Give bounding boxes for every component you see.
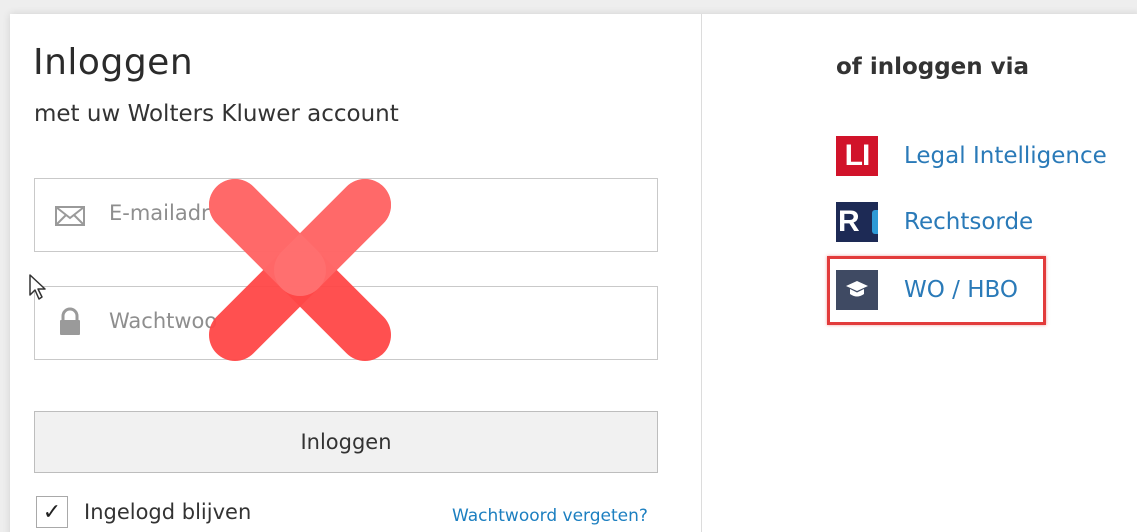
envelope-icon (55, 206, 85, 226)
remember-checkbox[interactable]: ✓ (36, 496, 68, 528)
mouse-cursor-icon (29, 274, 46, 300)
panel-divider (701, 14, 702, 532)
provider-rechtsorde[interactable]: R Rechtsorde (836, 202, 1033, 242)
highlight-box (827, 256, 1046, 325)
remember-label: Ingelogd blijven (84, 500, 252, 524)
login-button[interactable]: Inloggen (34, 411, 658, 473)
legal-intelligence-logo: LI (836, 136, 878, 176)
alt-login-title: of inloggen via (836, 54, 1030, 80)
rechtsorde-logo: R (836, 202, 878, 242)
rechtsorde-logo-text: R (838, 205, 860, 238)
rechtsorde-logo-accent (872, 210, 878, 234)
email-placeholder: E-mailadr (109, 201, 210, 225)
lock-icon (60, 307, 80, 335)
provider-label: Rechtsorde (904, 209, 1034, 235)
page-title: Inloggen (33, 42, 194, 83)
remember-me[interactable]: ✓ Ingelogd blijven (36, 496, 251, 528)
provider-label: Legal Intelligence (904, 143, 1107, 169)
forgot-password-link[interactable]: Wachtwoord vergeten? (452, 506, 648, 526)
red-cross-icon (209, 179, 391, 361)
provider-legal-intelligence[interactable]: LI Legal Intelligence (836, 136, 1107, 176)
page-subtitle: met uw Wolters Kluwer account (34, 101, 399, 127)
